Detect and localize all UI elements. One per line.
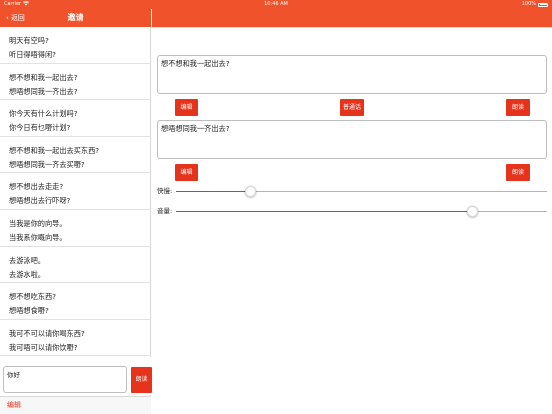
sidebar: ‹ 返回 邀请 明天有空吗? 听日得唔得闲? 想不想和我一起出去? 想唔想同我一齐出去…	[0, 0, 152, 414]
speed-label: 快慢:	[157, 187, 173, 195]
cantonese-phrase: 想唔想同我一齐出去?	[9, 86, 78, 96]
mandarin-phrase: 我可不可以请你喝东西?	[9, 328, 85, 338]
sidebar-nav-bar: ‹ 返回 邀请	[0, 9, 151, 27]
input-area: 你好 朗读	[0, 357, 152, 395]
list-item[interactable]: 当我是你的向导。 当我系你嘅向导。	[0, 210, 151, 247]
cantonese-phrase: 听日得唔得闲?	[9, 50, 56, 59]
volume-track-filled	[176, 211, 473, 212]
list-item[interactable]: 想不想和我一起出去买东西? 想唔想同我一齐去买嘢?	[0, 137, 151, 174]
cantonese-phrase: 去游水啦。	[9, 269, 45, 279]
status-right: 100%	[522, 0, 548, 9]
cantonese-phrase: 想唔想食嘢?	[9, 306, 49, 316]
nav-divider	[152, 27, 552, 28]
list-item[interactable]: 去游泳吧。去游水啦。	[0, 247, 151, 284]
volume-label: 音量:	[157, 207, 173, 215]
list-item[interactable]: 你今天有什么计划吗? 你今日有乜嘢计划?	[0, 100, 151, 137]
mandarin-button[interactable]: 普通话	[340, 99, 364, 116]
list-item[interactable]: 想不想吃东西? 想唔想食嘢?	[0, 283, 151, 320]
mandarin-text-box[interactable]: 想不想和我一起出去?	[157, 55, 547, 94]
list-item[interactable]: 明天有空吗? 听日得唔得闲?	[0, 27, 151, 64]
list-item[interactable]: 想不想和我一起出去? 想唔想同我一齐出去?	[0, 64, 151, 101]
mandarin-phrase: 你今天有什么计划吗?	[9, 109, 78, 119]
read-mandarin-button[interactable]: 朗读	[506, 99, 530, 116]
mandarin-phrase: 去游泳吧。	[9, 255, 45, 265]
mandarin-phrase: 想不想和我一起出去?	[9, 72, 78, 82]
speed-slider-thumb[interactable]	[244, 185, 256, 197]
app-root: ‹ 返回 邀请 明天有空吗? 听日得唔得闲? 想不想和我一起出去? 想唔想同我一齐出去…	[0, 0, 552, 414]
battery-icon	[538, 2, 548, 7]
detail-nav-bar	[152, 9, 552, 27]
list-item[interactable]: 想不想出去走走? 想唔想出去行吓呀?	[0, 173, 151, 210]
status-time: 10:46 AM	[264, 1, 288, 7]
volume-slider[interactable]	[176, 205, 547, 217]
volume-track-empty	[472, 211, 547, 212]
cantonese-phrase: 想唔想出去行吓呀?	[9, 196, 71, 206]
cantonese-phrase: 想唔想同我一齐去买嘢?	[9, 159, 85, 169]
read-input-button[interactable]: 朗读	[131, 367, 152, 393]
bottom-toolbar: 编辑	[0, 396, 151, 414]
phrase-list: 明天有空吗? 听日得唔得闲? 想不想和我一起出去? 想唔想同我一齐出去? 你今天有什么计…	[0, 27, 151, 357]
battery-percent: 100%	[521, 1, 536, 7]
cantonese-text-box[interactable]: 想唔想同我一齐出去?	[157, 120, 547, 159]
cantonese-phrase: 我可唔可以请你饮嘢?	[9, 342, 78, 352]
edit-cantonese-button[interactable]: 编辑	[175, 164, 198, 181]
speed-track-filled	[176, 191, 251, 192]
speed-track-empty	[250, 191, 547, 192]
read-cantonese-button[interactable]: 朗读	[506, 164, 530, 181]
list-item[interactable]: 我可不可以请你喝东西? 我可唔可以请你饮嘢?	[0, 320, 151, 357]
mandarin-phrase: 想不想出去走走?	[9, 182, 64, 192]
phrase-input[interactable]: 你好	[3, 366, 127, 393]
mandarin-phrase: 当我是你的向导。	[9, 218, 67, 228]
cantonese-phrase: 当我系你嘅向导。	[9, 232, 67, 242]
speed-slider[interactable]	[176, 185, 547, 197]
status-bar: Carrier 10:46 AM 100%	[0, 0, 552, 9]
volume-slider-thumb[interactable]	[467, 205, 479, 217]
edit-mandarin-button[interactable]: 编辑	[175, 99, 198, 116]
mandarin-phrase: 想不想和我一起出去买东西?	[9, 145, 100, 155]
edit-list-button[interactable]: 编辑	[7, 397, 21, 414]
cantonese-phrase: 你今日有乜嘢计划?	[9, 123, 71, 133]
mandarin-phrase: 想不想吃东西?	[9, 292, 56, 302]
page-title: 邀请	[67, 13, 84, 22]
mandarin-phrase: 明天有空吗?	[9, 36, 49, 45]
